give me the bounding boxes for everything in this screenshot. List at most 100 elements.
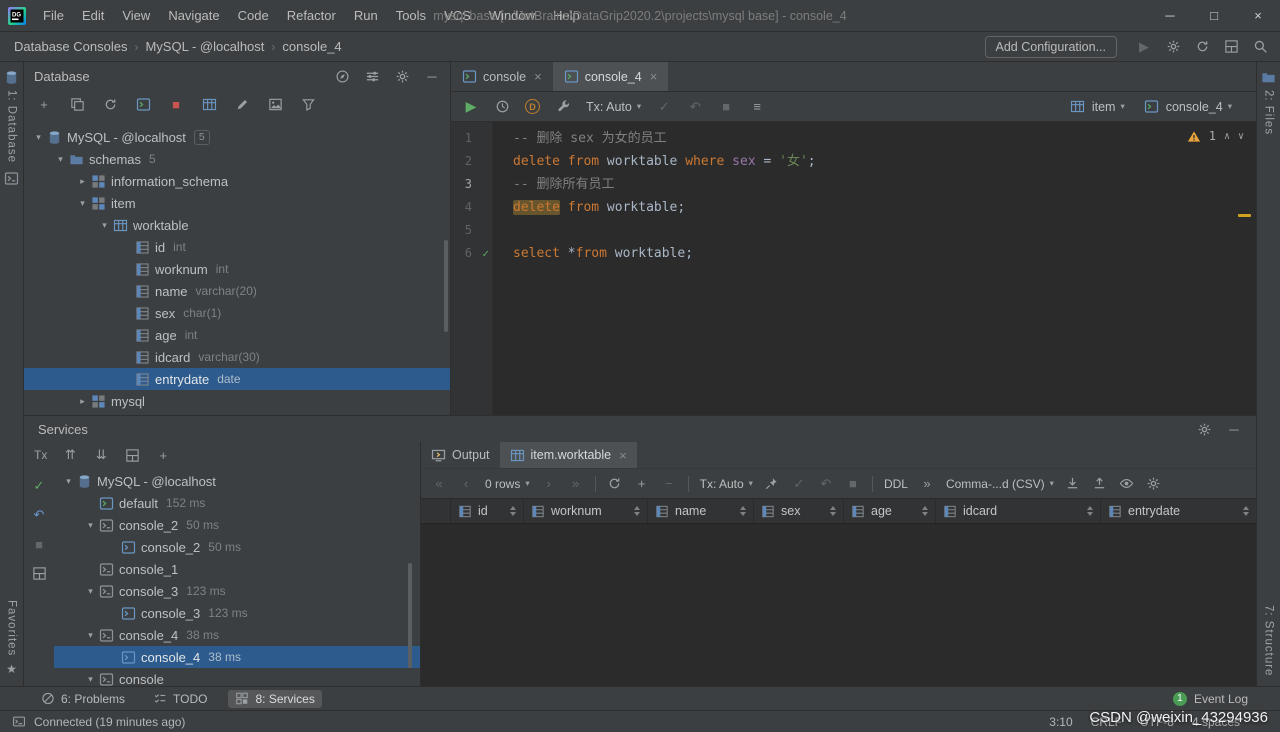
pin-icon[interactable]: [764, 476, 780, 492]
ddl-button[interactable]: DDL: [884, 477, 908, 491]
maximize-button[interactable]: □: [1192, 0, 1236, 31]
tool-button-favorites[interactable]: Favorites ★: [6, 600, 18, 676]
code-line-6[interactable]: select *from worktable;: [513, 242, 1256, 265]
db-item-item[interactable]: ▾item: [24, 192, 450, 214]
filter-icon[interactable]: [300, 96, 316, 112]
collapse-all-icon[interactable]: ⇊: [93, 447, 109, 463]
revert-button[interactable]: ↶: [818, 476, 834, 492]
svc-item-console-2[interactable]: ▾console_250 ms: [54, 514, 420, 536]
next-problem-icon[interactable]: ∨: [1238, 131, 1244, 142]
tool-button-todo[interactable]: TODO: [146, 690, 214, 708]
sort-icon[interactable]: [628, 506, 640, 516]
svc-item-console-3[interactable]: console_3123 ms: [54, 602, 420, 624]
history-icon[interactable]: [494, 99, 510, 115]
chevron-double-icon[interactable]: »: [919, 476, 935, 492]
run-button[interactable]: ▶: [1136, 39, 1152, 55]
menu-code[interactable]: Code: [229, 0, 278, 32]
tool-button-structure[interactable]: 7: Structure: [1263, 605, 1275, 676]
tree-expand-icon[interactable]: ▸: [76, 176, 89, 187]
menu-run[interactable]: Run: [345, 0, 387, 32]
tree-expand-icon[interactable]: ▾: [84, 520, 97, 531]
database-changes-icon[interactable]: [4, 171, 19, 186]
sync-icon[interactable]: [1194, 39, 1210, 55]
submit-button[interactable]: ✓: [791, 476, 807, 492]
db-item-name[interactable]: namevarchar(20): [24, 280, 450, 302]
svc-item-console-1[interactable]: console_1: [54, 558, 420, 580]
sort-icon[interactable]: [734, 506, 746, 516]
column-header-name[interactable]: name: [648, 499, 754, 523]
expand-all-icon[interactable]: ⇈: [62, 447, 78, 463]
tab-item-worktable[interactable]: item.worktable ×: [500, 442, 637, 468]
table-view-icon[interactable]: [201, 96, 217, 112]
db-item-schemas[interactable]: ▾schemas5: [24, 148, 450, 170]
hide-panel-button[interactable]: ─: [424, 68, 440, 84]
db-item-worktable[interactable]: ▾worktable: [24, 214, 450, 236]
svc-item-console[interactable]: ▾console: [54, 668, 420, 686]
db-item-id[interactable]: idint: [24, 236, 450, 258]
services-scrollbar[interactable]: [408, 563, 412, 668]
duplicate-icon[interactable]: [69, 96, 85, 112]
add-datasource-button[interactable]: +: [36, 96, 52, 112]
tree-expand-icon[interactable]: ▾: [84, 586, 97, 597]
line-separator[interactable]: CRLF: [1091, 715, 1122, 729]
column-header-idcard[interactable]: idcard: [936, 499, 1101, 523]
code-line-5[interactable]: [513, 219, 1256, 242]
code-line-4[interactable]: delete from worktable;: [513, 196, 1256, 219]
db-item-idcard[interactable]: idcardvarchar(30): [24, 346, 450, 368]
db-item-mysql-localhost[interactable]: ▾MySQL - @localhost5: [24, 126, 450, 148]
files-tool-icon[interactable]: [1261, 70, 1276, 85]
menu-view[interactable]: View: [113, 0, 159, 32]
database-scrollbar[interactable]: [444, 240, 448, 332]
svc-item-default[interactable]: default152 ms: [54, 492, 420, 514]
db-item-worknum[interactable]: worknumint: [24, 258, 450, 280]
search-everywhere-button[interactable]: [1252, 39, 1268, 55]
close-tab-icon[interactable]: ×: [650, 69, 658, 84]
export-data-button[interactable]: [1065, 476, 1081, 492]
editor-body[interactable]: 123456✓ -- 删除 sex 为女的员工delete from workt…: [451, 122, 1256, 415]
file-encoding[interactable]: UTF-8: [1140, 715, 1174, 729]
group-view-icon[interactable]: [124, 447, 140, 463]
layout-icon[interactable]: [31, 565, 47, 581]
sort-icon[interactable]: [504, 506, 516, 516]
grid-body[interactable]: [421, 524, 1256, 686]
rollback-button[interactable]: ↶: [687, 99, 703, 115]
column-header-id[interactable]: id: [451, 499, 524, 523]
jump-to-console-icon[interactable]: [135, 96, 151, 112]
close-tab-icon[interactable]: ×: [534, 69, 542, 84]
gear-icon[interactable]: [394, 68, 410, 84]
console-switcher[interactable]: console_4 ▾: [1166, 100, 1232, 114]
svc-item-console-4[interactable]: console_438 ms: [54, 646, 420, 668]
tool-button-6-problems[interactable]: 6: Problems: [34, 690, 132, 708]
export-format-dropdown[interactable]: Comma-...d (CSV) ▾: [946, 477, 1054, 491]
column-header-sex[interactable]: sex: [754, 499, 844, 523]
reload-page-button[interactable]: [607, 476, 623, 492]
last-page-button[interactable]: »: [568, 476, 584, 492]
sort-icon[interactable]: [916, 506, 928, 516]
sort-icon[interactable]: [1081, 506, 1093, 516]
menu-refactor[interactable]: Refactor: [278, 0, 345, 32]
stop-button[interactable]: ■: [168, 96, 184, 112]
tree-expand-icon[interactable]: ▾: [62, 476, 75, 487]
diagram-icon[interactable]: [267, 96, 283, 112]
wrench-icon[interactable]: [555, 99, 571, 115]
commit-button[interactable]: ✓: [31, 478, 47, 494]
refresh-icon[interactable]: [102, 96, 118, 112]
code-line-2[interactable]: delete from worktable where sex = '女';: [513, 150, 1256, 173]
close-tab-icon[interactable]: ×: [619, 448, 627, 463]
column-header-entrydate[interactable]: entrydate: [1101, 499, 1256, 523]
code-area[interactable]: -- 删除 sex 为女的员工delete from worktable whe…: [493, 122, 1256, 415]
tree-expand-icon[interactable]: ▾: [98, 220, 111, 231]
tool-button-database[interactable]: 1: Database: [6, 90, 18, 163]
svc-item-mysql-localhost[interactable]: ▾MySQL - @localhost: [54, 470, 420, 492]
menu-file[interactable]: File: [34, 0, 73, 32]
view-options-icon[interactable]: [364, 68, 380, 84]
connection-status[interactable]: Connected (19 minutes ago): [34, 715, 185, 729]
tab-console-4[interactable]: console_4 ×: [553, 62, 669, 91]
svc-item-console-2[interactable]: console_250 ms: [54, 536, 420, 558]
cancel-query-button[interactable]: ■: [845, 476, 861, 492]
import-data-button[interactable]: [1092, 476, 1108, 492]
delete-row-button[interactable]: −: [661, 476, 677, 492]
execute-button[interactable]: ▶: [463, 99, 479, 115]
hide-panel-button[interactable]: ─: [1226, 421, 1242, 437]
db-item-age[interactable]: ageint: [24, 324, 450, 346]
